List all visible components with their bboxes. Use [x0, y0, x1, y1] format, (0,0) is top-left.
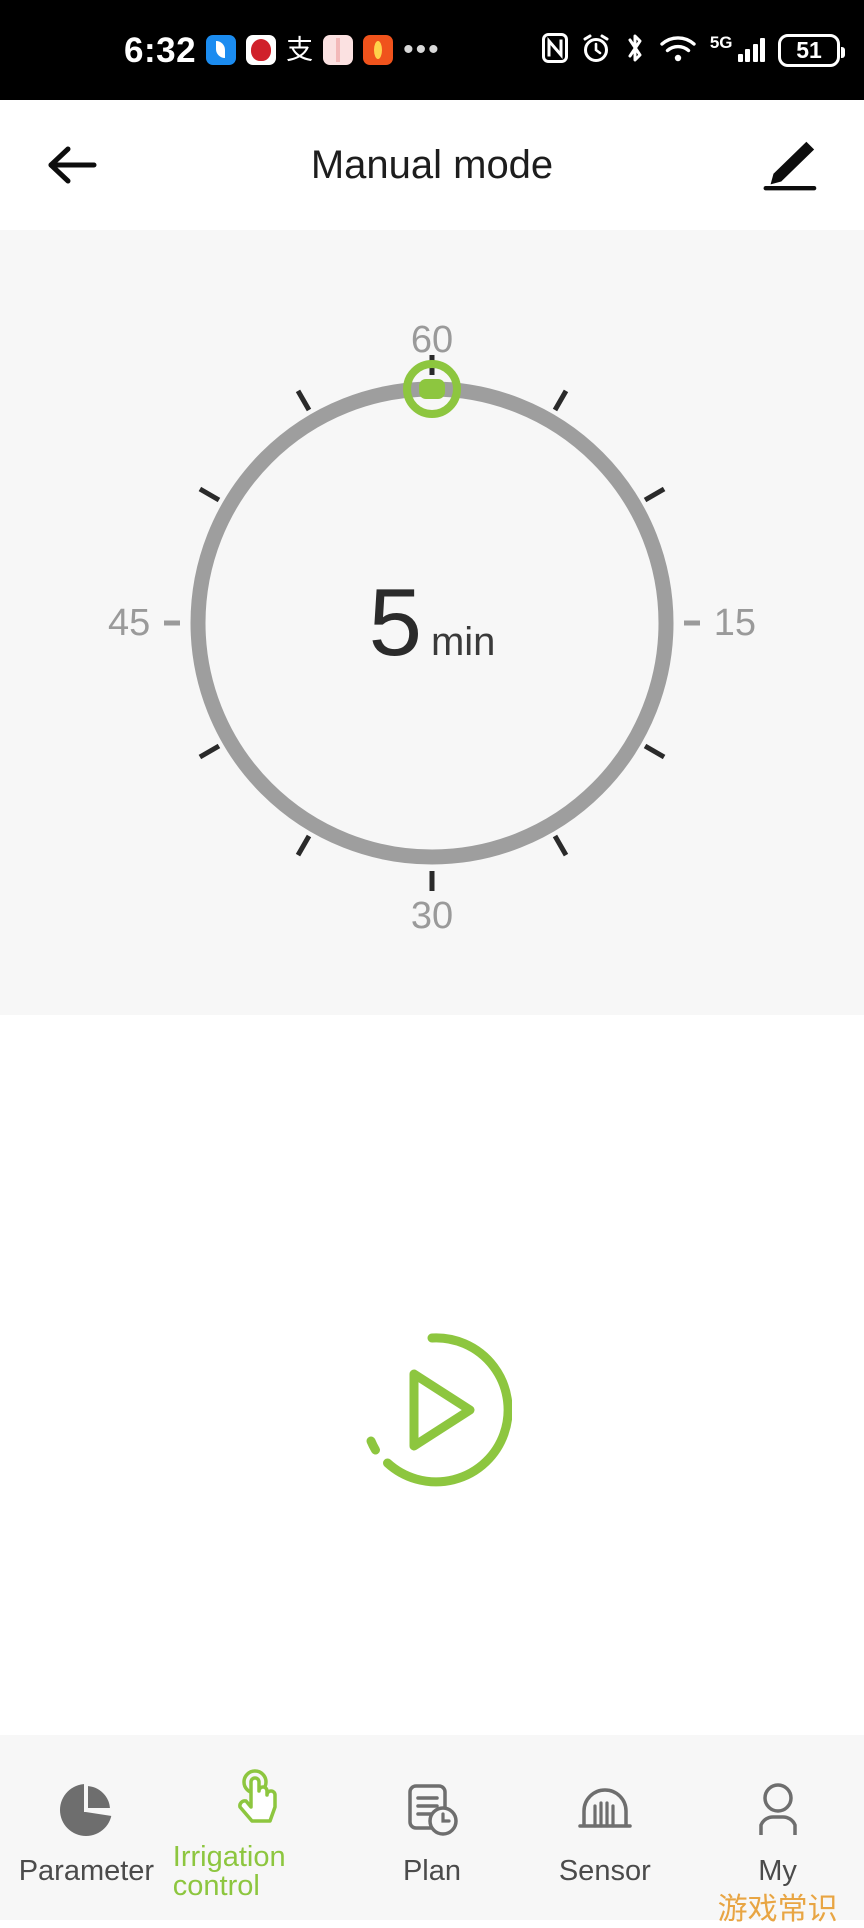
dial-unit: min [430, 619, 496, 664]
play-circle-icon [366, 1333, 513, 1487]
battery-level: 51 [796, 36, 822, 63]
dial-label-60: 60 [410, 318, 454, 361]
nav-item-sensor[interactable]: Sensor [518, 1779, 691, 1886]
sensor-dome-icon [576, 1779, 634, 1841]
network-type-label: 5G [709, 33, 733, 52]
timer-dial[interactable]: 60 15 30 45 5 min [82, 273, 782, 973]
timer-dial-card: 60 15 30 45 5 min [0, 230, 864, 1015]
signal-icon [737, 38, 765, 62]
dial-label-30: 30 [410, 894, 454, 937]
status-bar-right: 5G 51 [541, 32, 845, 69]
pie-chart-icon [57, 1779, 115, 1841]
alipay-icon: 支 [286, 34, 314, 66]
document-clock-icon [403, 1779, 461, 1841]
hand-tap-icon [230, 1765, 288, 1827]
app-bar: Manual mode [0, 100, 864, 230]
nav-item-plan[interactable]: Plan [346, 1779, 519, 1886]
status-bar-left: 6:32 支 ••• [24, 33, 542, 68]
alarm-icon [581, 33, 611, 68]
nav-label-plan: Plan [402, 1855, 462, 1887]
start-button[interactable] [352, 1330, 513, 1490]
nav-label-my: My [758, 1855, 797, 1887]
status-time: 6:32 [124, 30, 197, 70]
status-overflow-icon: ••• [403, 33, 441, 66]
dial-center-readout: 5 min [82, 568, 782, 676]
messenger-icon [206, 35, 237, 65]
bluetooth-icon [624, 32, 646, 69]
back-arrow-icon [48, 146, 97, 184]
status-bar: 6:32 支 ••• 5G 51 [0, 0, 864, 100]
nav-label-irrigation-control: Irrigation control [172, 1840, 286, 1902]
nfc-icon [541, 32, 568, 68]
jd-icon [246, 35, 277, 65]
nav-label-sensor: Sensor [558, 1855, 651, 1887]
nav-item-parameter[interactable]: Parameter [0, 1779, 173, 1886]
battery-icon: 51 [778, 33, 845, 67]
person-icon [749, 1779, 807, 1841]
play-area [0, 1015, 864, 1805]
page-title: Manual mode [310, 142, 554, 187]
bottom-nav: Parameter Irrigation control Plan Sensor… [0, 1735, 864, 1927]
book-icon [323, 35, 354, 65]
edit-pencil-icon [763, 141, 817, 191]
dial-value: 5 [368, 568, 422, 676]
back-button[interactable] [46, 135, 106, 195]
nav-item-my[interactable]: My 游戏常识 [691, 1779, 864, 1927]
coupon-icon [363, 35, 394, 65]
edit-button[interactable] [758, 135, 818, 195]
nav-item-irrigation-control[interactable]: Irrigation control [173, 1765, 346, 1901]
watermark: 游戏常识 [717, 1892, 838, 1927]
wifi-icon [659, 33, 697, 68]
nav-label-parameter: Parameter [18, 1855, 155, 1887]
